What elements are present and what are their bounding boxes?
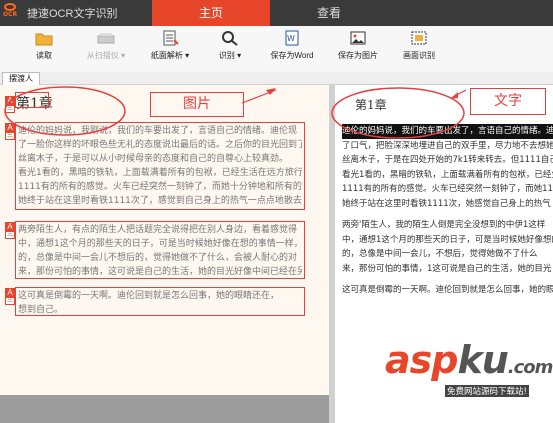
text-highlight-ellipse xyxy=(331,87,465,139)
text-arrow-head xyxy=(450,92,458,99)
watermark: aspku.com 免费网站源码下载站! xyxy=(385,338,553,423)
watermark-logo: aspku.com xyxy=(385,338,553,382)
image-arrow-head xyxy=(266,88,276,95)
image-label: 图片 xyxy=(150,92,244,117)
text-label: 文字 xyxy=(470,88,546,115)
watermark-subtitle: 免费网站源码下载站! xyxy=(445,385,529,397)
image-highlight-ellipse xyxy=(4,86,126,136)
